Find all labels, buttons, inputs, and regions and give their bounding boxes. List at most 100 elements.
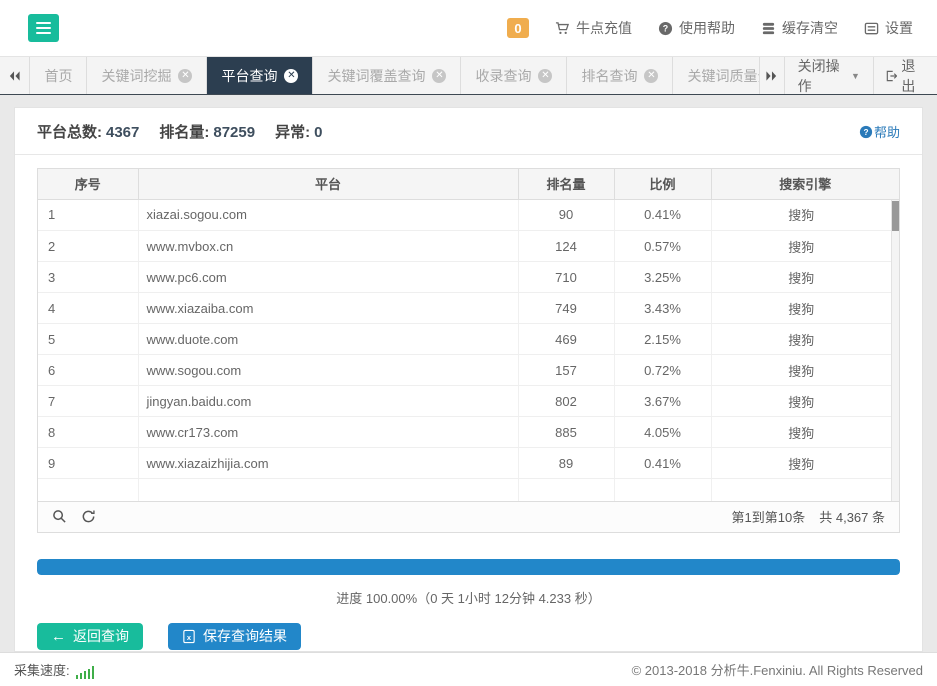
col-header-engine[interactable]: 搜索引擎 — [711, 169, 899, 199]
double-chevron-left-icon — [8, 70, 21, 82]
table-cell: www.mvbox.cn — [138, 231, 518, 262]
table-row[interactable]: 2www.mvbox.cn1240.57%搜狗 — [38, 231, 891, 262]
tab-close-icon[interactable]: ✕ — [538, 69, 552, 83]
logout-button[interactable]: 退出 — [874, 57, 937, 94]
grid-header: 序号 平台 排名量 比例 搜索引擎 — [38, 169, 899, 200]
topbar-nav: 0 牛点充值 ? 使用帮助 缓存清空 设置 — [507, 18, 913, 38]
help-link[interactable]: ? 帮助 — [859, 122, 900, 141]
table-cell: xiazai.sogou.com — [138, 200, 518, 231]
database-icon — [761, 21, 776, 36]
table-cell: jingyan.baidu.com — [138, 386, 518, 417]
refresh-button[interactable] — [81, 509, 96, 524]
pager-total: 共 4,367 条 — [819, 507, 885, 526]
tab-home[interactable]: 首页 — [30, 57, 87, 94]
col-header-ratio[interactable]: 比例 — [614, 169, 711, 199]
scrollbar-thumb[interactable] — [892, 201, 899, 231]
table-cell: 9 — [38, 448, 138, 479]
table-cell: 搜狗 — [711, 293, 891, 324]
table-cell: 157 — [518, 355, 614, 386]
table-cell: 469 — [518, 324, 614, 355]
nav-recharge[interactable]: 牛点充值 — [555, 18, 632, 38]
table-cell: 0.72% — [614, 355, 711, 386]
table-row[interactable]: 7jingyan.baidu.com8023.67%搜狗 — [38, 386, 891, 417]
back-to-query-button[interactable]: ← 返回查询 — [37, 623, 143, 650]
grid-body-table: 1xiazai.sogou.com900.41%搜狗2www.mvbox.cn1… — [38, 200, 891, 501]
refresh-icon — [81, 509, 96, 524]
copyright-text: © 2013-2018 分析牛.Fenxiniu. All Rights Res… — [632, 660, 923, 679]
table-row[interactable]: 8www.cr173.com8854.05%搜狗 — [38, 417, 891, 448]
pager-info: 第1到第10条 共 4,367 条 — [732, 507, 885, 526]
main-content: 平台总数:4367 排名量:87259 异常:0 ? 帮助 序号 平台 排名量 — [0, 95, 937, 652]
tab-list: 首页 关键词挖掘✕ 平台查询✕ 关键词覆盖查询✕ 收录查询✕ 排名查询✕ 关键词… — [30, 57, 758, 94]
table-cell: 3 — [38, 262, 138, 293]
table-row-partial — [38, 479, 891, 501]
close-operations-dropdown[interactable]: 关闭操作 ▼ — [785, 57, 874, 94]
tab-close-icon[interactable]: ✕ — [284, 69, 298, 83]
table-cell: www.cr173.com — [138, 417, 518, 448]
nav-help[interactable]: ? 使用帮助 — [658, 18, 735, 38]
col-header-platform[interactable]: 平台 — [138, 169, 518, 199]
table-cell: 90 — [518, 200, 614, 231]
progress-status-text: 进度 100.00%（0 天 1小时 12分钟 4.233 秒） — [15, 588, 922, 607]
help-circle-icon: ? — [859, 125, 873, 139]
table-row[interactable]: 1xiazai.sogou.com900.41%搜狗 — [38, 200, 891, 231]
table-row[interactable]: 4www.xiazaiba.com7493.43%搜狗 — [38, 293, 891, 324]
table-cell: 8 — [38, 417, 138, 448]
search-icon — [52, 509, 67, 524]
table-cell: www.xiazaiba.com — [138, 293, 518, 324]
tabs-scroll-right-button[interactable] — [759, 57, 785, 94]
svg-text:?: ? — [863, 126, 868, 136]
table-row[interactable]: 6www.sogou.com1570.72%搜狗 — [38, 355, 891, 386]
table-row[interactable]: 5www.duote.com4692.15%搜狗 — [38, 324, 891, 355]
grid-body: 1xiazai.sogou.com900.41%搜狗2www.mvbox.cn1… — [38, 200, 899, 501]
col-header-rankcount[interactable]: 排名量 — [518, 169, 614, 199]
table-cell: 89 — [518, 448, 614, 479]
table-cell: 710 — [518, 262, 614, 293]
stat-errors: 异常:0 — [275, 121, 322, 142]
table-cell: 搜狗 — [711, 200, 891, 231]
table-cell: 5 — [38, 324, 138, 355]
table-cell: 2 — [38, 231, 138, 262]
table-cell: 802 — [518, 386, 614, 417]
tabs-scroll-left-button[interactable] — [0, 57, 30, 94]
tab-keyword-coverage[interactable]: 关键词覆盖查询✕ — [313, 57, 461, 94]
tab-rank-query[interactable]: 排名查询✕ — [567, 57, 673, 94]
nav-settings[interactable]: 设置 — [864, 18, 913, 38]
search-button[interactable] — [52, 509, 67, 524]
progress-bar — [37, 559, 900, 575]
svg-text:?: ? — [663, 23, 668, 33]
tab-keyword-quality[interactable]: 关键词质量分析✕ — [673, 57, 758, 94]
save-results-button[interactable]: x 保存查询结果 — [168, 623, 301, 650]
nav-clear-cache[interactable]: 缓存清空 — [761, 18, 838, 38]
collection-speed: 采集速度: — [14, 660, 94, 679]
col-header-index[interactable]: 序号 — [38, 169, 138, 199]
data-grid: 序号 平台 排名量 比例 搜索引擎 1xiazai.sogou.com900.4… — [37, 168, 900, 533]
tab-keyword-mining[interactable]: 关键词挖掘✕ — [87, 57, 207, 94]
logout-icon — [885, 69, 897, 83]
tab-index-query[interactable]: 收录查询✕ — [461, 57, 567, 94]
menu-button[interactable] — [28, 14, 59, 42]
table-cell: www.xiazaizhijia.com — [138, 448, 518, 479]
table-row[interactable]: 9www.xiazaizhijia.com890.41%搜狗 — [38, 448, 891, 479]
table-cell: 885 — [518, 417, 614, 448]
pager: 第1到第10条 共 4,367 条 — [38, 501, 899, 532]
progress-bar-fill — [37, 559, 900, 575]
svg-text:x: x — [187, 632, 192, 641]
table-cell: 搜狗 — [711, 262, 891, 293]
topbar: 0 牛点充值 ? 使用帮助 缓存清空 设置 — [0, 0, 937, 57]
tab-close-icon[interactable]: ✕ — [178, 69, 192, 83]
tab-close-icon[interactable]: ✕ — [432, 69, 446, 83]
table-cell: 搜狗 — [711, 386, 891, 417]
tab-close-icon[interactable]: ✕ — [644, 69, 658, 83]
table-row[interactable]: 3www.pc6.com7103.25%搜狗 — [38, 262, 891, 293]
table-cell: 1 — [38, 200, 138, 231]
tab-platform-query[interactable]: 平台查询✕ — [207, 57, 313, 94]
vertical-scrollbar[interactable] — [891, 200, 899, 501]
chevron-down-icon: ▼ — [851, 71, 860, 81]
tabbar-end: 关闭操作 ▼ 退出 — [759, 57, 937, 94]
table-cell: 搜狗 — [711, 231, 891, 262]
table-cell: 749 — [518, 293, 614, 324]
footer: 采集速度: © 2013-2018 分析牛.Fenxiniu. All Righ… — [0, 652, 937, 686]
stat-rank-count: 排名量:87259 — [159, 121, 255, 142]
table-cell: www.sogou.com — [138, 355, 518, 386]
